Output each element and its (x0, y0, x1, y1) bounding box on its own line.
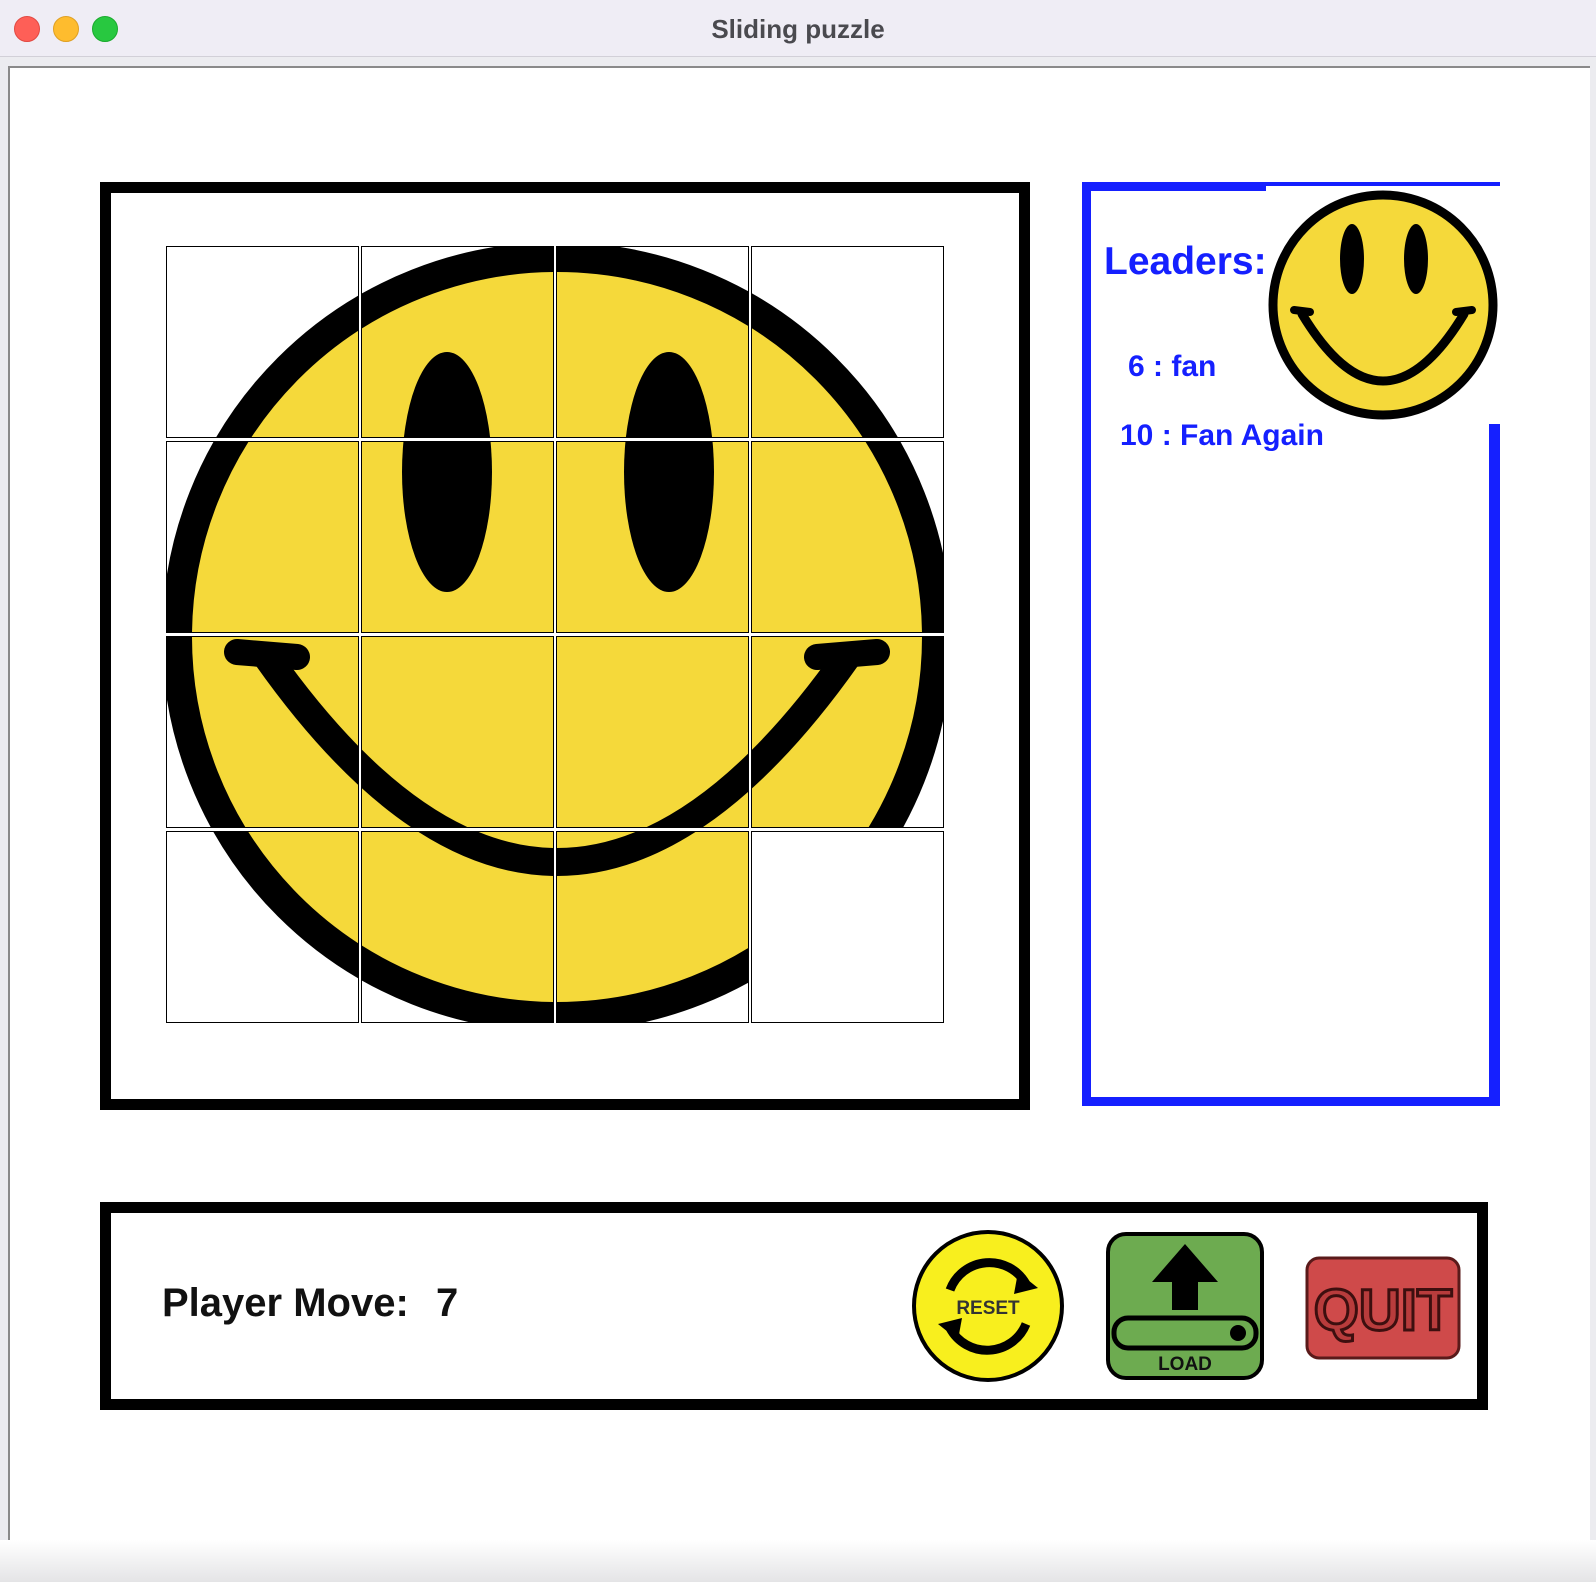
puzzle-tile[interactable] (556, 441, 749, 633)
title-bar: Sliding puzzle (0, 0, 1596, 57)
quit-label: QUIT (1314, 1278, 1453, 1343)
puzzle-tile[interactable] (361, 441, 554, 633)
load-button[interactable]: LOAD (1106, 1232, 1264, 1385)
puzzle-tile[interactable] (751, 636, 944, 828)
smiley-logo-icon (1266, 186, 1500, 424)
leader-entry: 10 : Fan Again (1120, 419, 1324, 452)
reset-button[interactable]: RESET (910, 1228, 1066, 1389)
puzzle-tile[interactable] (751, 246, 944, 438)
player-move-count: 7 (436, 1281, 459, 1325)
quit-button[interactable]: QUIT (1305, 1256, 1461, 1365)
empty-tile[interactable] (751, 831, 944, 1023)
load-label: LOAD (1158, 1354, 1212, 1375)
window-title: Sliding puzzle (711, 14, 885, 44)
puzzle-tile[interactable] (166, 246, 359, 438)
puzzle-tile[interactable] (361, 246, 554, 438)
puzzle-tile[interactable] (361, 636, 554, 828)
puzzle-tile[interactable] (556, 831, 749, 1023)
puzzle-tile[interactable] (556, 246, 749, 438)
puzzle-tile[interactable] (556, 636, 749, 828)
puzzle-tile[interactable] (166, 831, 359, 1023)
puzzle-tile[interactable] (166, 441, 359, 633)
reset-label: RESET (956, 1298, 1020, 1319)
leaders-title: Leaders: (1104, 240, 1267, 283)
puzzle-tile[interactable] (361, 831, 554, 1023)
player-move-label: Player Move: (162, 1281, 409, 1325)
puzzle-tile[interactable] (166, 636, 359, 828)
puzzle-tile[interactable] (751, 441, 944, 633)
leader-entry: 6 : fan (1128, 350, 1217, 383)
